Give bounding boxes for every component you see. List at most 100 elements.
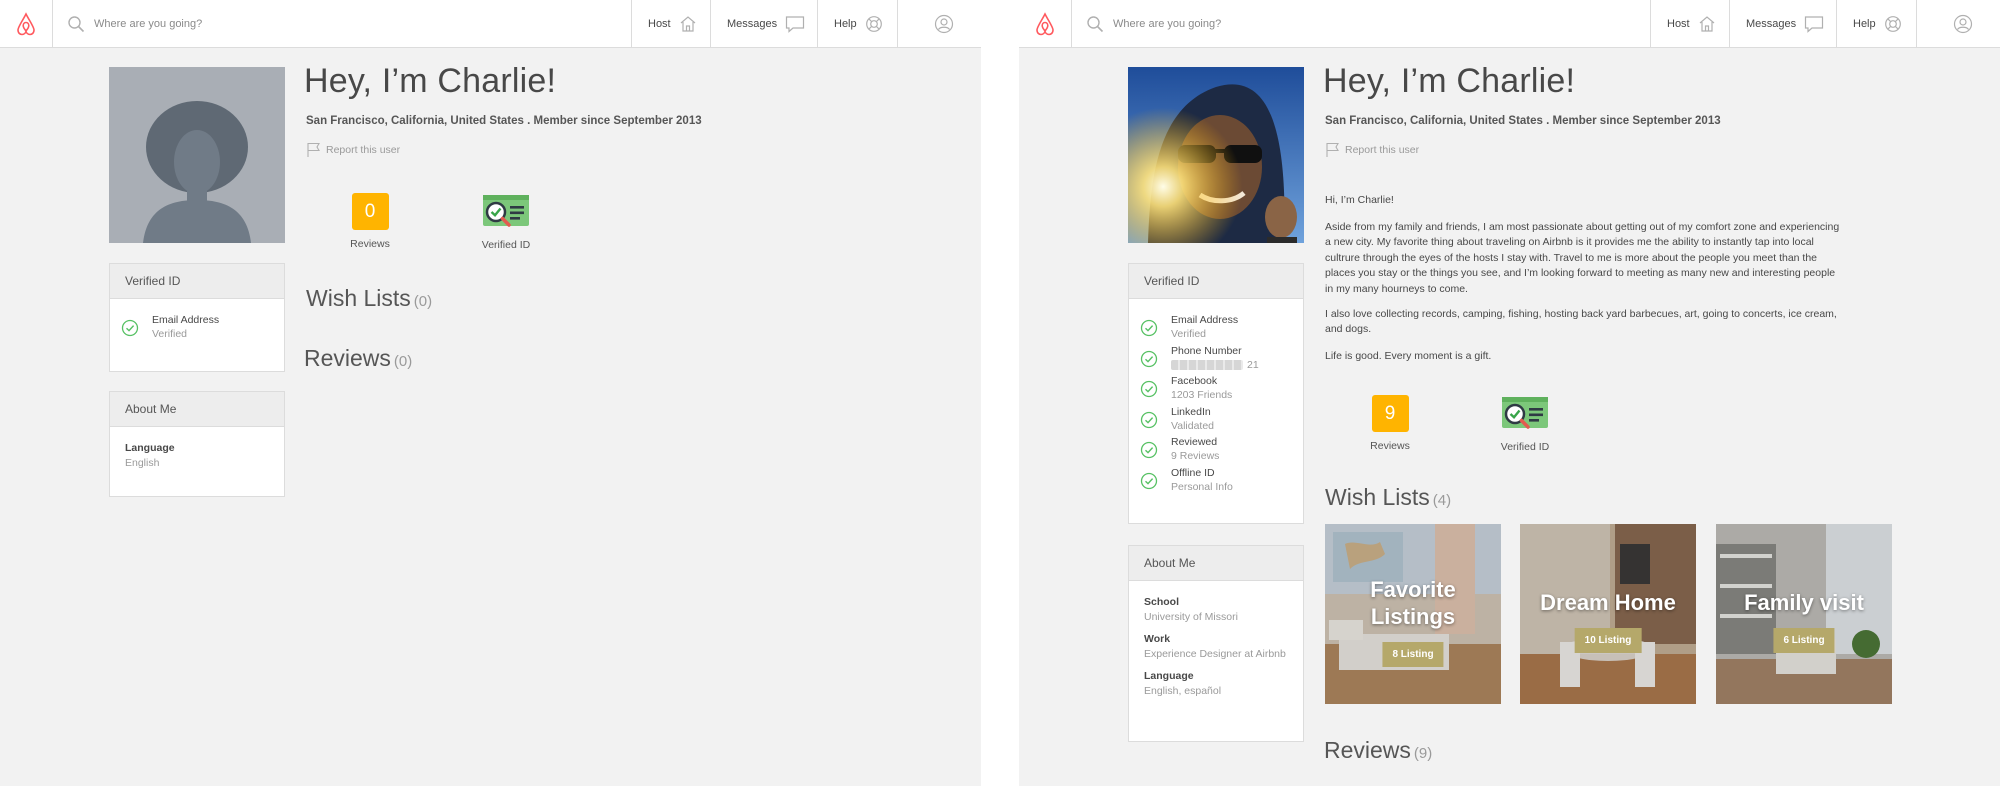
check-circle-icon: [1140, 411, 1158, 428]
verification-label: Facebook: [1171, 375, 1218, 387]
search-icon: [68, 16, 85, 33]
reviews-badge-label: Reviews: [1370, 440, 1410, 452]
about-me-box: About Me School University of Missori Wo…: [1128, 545, 1304, 742]
search-bar[interactable]: [1072, 0, 1650, 48]
search-input[interactable]: [1113, 18, 1593, 30]
wishlist-card[interactable]: Family visit 6 Listing: [1716, 524, 1892, 704]
about-label: Work: [1144, 633, 1171, 645]
nav-help[interactable]: Help: [1836, 0, 1916, 48]
check-circle-icon: [121, 319, 139, 337]
wishlist-card[interactable]: Dream Home 10 Listing: [1520, 524, 1696, 704]
reviews-badge[interactable]: 0 Reviews: [340, 193, 400, 250]
verified-id-badge-label: Verified ID: [481, 239, 531, 251]
message-icon: [1805, 16, 1824, 33]
check-circle-icon: [1140, 472, 1158, 489]
verification-status: 1203 Friends: [1171, 389, 1233, 401]
about-item-work: Work Experience Designer at Airbnb: [1144, 632, 1288, 661]
wish-lists-count: (0): [413, 293, 433, 310]
about-item-language: Language English: [125, 441, 269, 470]
reviews-badge-label: Reviews: [350, 238, 390, 250]
wishlist-name: Family visit: [1744, 590, 1864, 615]
verification-item-linkedin: LinkedIn Validated: [1129, 405, 1303, 436]
airbnb-logo-icon[interactable]: [0, 0, 53, 48]
verification-item-email: Email Address Verified: [1129, 313, 1303, 344]
page-title: Hey, I’m Charlie!: [304, 62, 557, 100]
reviews-badge[interactable]: 9 Reviews: [1360, 395, 1420, 452]
about-label: Language: [1144, 670, 1194, 682]
house-icon: [1699, 16, 1715, 32]
about-value: English, español: [1144, 685, 1222, 697]
nav-host-label: Host: [1667, 18, 1690, 30]
about-value: English: [125, 457, 160, 469]
verified-id-header: Verified ID: [1129, 264, 1303, 299]
profile-panel-empty: Host Messages Help Verified ID Em: [0, 0, 981, 786]
about-me-header: About Me: [110, 392, 284, 427]
bio-greeting: Hi, I’m Charlie!: [1325, 194, 1394, 206]
search-input[interactable]: [94, 18, 574, 30]
verification-label: Email Address: [1171, 314, 1239, 326]
reviews-heading: Reviews (0): [304, 345, 412, 372]
about-value: University of Missori: [1144, 611, 1238, 623]
report-user-link[interactable]: Report this user: [306, 142, 400, 158]
verification-label: Phone Number: [1171, 344, 1242, 357]
wish-lists-count: (4): [1432, 492, 1452, 509]
check-circle-icon: [1140, 380, 1158, 398]
airbnb-logo-icon[interactable]: [1019, 0, 1072, 48]
verified-id-box: Verified ID Email Address Verified Phone…: [1128, 263, 1304, 524]
reviews-count: 0: [351, 193, 389, 230]
user-menu[interactable]: [1916, 0, 2000, 48]
nav-messages[interactable]: Messages: [1729, 0, 1836, 48]
wishlist-listing-count: 10 Listing: [1574, 628, 1642, 653]
wishlist-listing-count: 6 Listing: [1773, 628, 1835, 653]
reviews-count-text: (9): [1413, 745, 1433, 762]
about-item-language: Language English, español: [1144, 669, 1288, 698]
nav-help[interactable]: Help: [817, 0, 897, 48]
verified-id-badge[interactable]: Verified ID: [466, 193, 546, 251]
user-icon: [934, 14, 953, 34]
profile-panel-complete: Host Messages Help: [1019, 0, 2000, 786]
verification-label: Reviewed: [1171, 436, 1218, 448]
verification-label: LinkedIn: [1171, 405, 1211, 418]
flag-icon: [307, 142, 320, 157]
verification-status: Personal Info: [1171, 480, 1233, 493]
wish-lists-title: Wish Lists: [306, 285, 411, 311]
verified-id-badge[interactable]: Verified ID: [1485, 395, 1565, 453]
bio-paragraph: I also love collecting records, camping,…: [1325, 308, 1837, 336]
bio-paragraph: Life is good. Every moment is a gift.: [1325, 350, 1492, 362]
about-item-school: School University of Missori: [1144, 595, 1288, 624]
reviews-title: Reviews: [304, 345, 391, 371]
user-icon: [1953, 14, 1972, 34]
nav-host-label: Host: [648, 18, 671, 30]
search-bar[interactable]: [53, 0, 631, 48]
page-title: Hey, I’m Charlie!: [1323, 62, 1576, 100]
verification-item-reviewed: Reviewed 9 Reviews: [1129, 435, 1303, 466]
user-menu[interactable]: [897, 0, 981, 48]
nav-host[interactable]: Host: [631, 0, 710, 48]
nav-host[interactable]: Host: [1650, 0, 1729, 48]
about-label: Language: [125, 442, 175, 454]
message-icon: [786, 16, 805, 33]
search-icon: [1087, 16, 1104, 33]
verification-item-phone: Phone Number 21: [1129, 344, 1303, 375]
bio-paragraph: Aside from my family and friends, I am m…: [1325, 221, 1840, 295]
reviews-count: 9: [1371, 395, 1409, 432]
wishlist-card[interactable]: Favorite Listings 8 Listing: [1325, 524, 1501, 704]
verified-id-box: Verified ID Email Address Verified: [109, 263, 285, 372]
report-user-link[interactable]: Report this user: [1325, 142, 1419, 158]
wish-lists-heading: Wish Lists (4): [1325, 484, 1451, 511]
nav-messages-label: Messages: [727, 18, 778, 30]
verification-status: Verified: [1171, 328, 1207, 340]
wishlist-listing-count: 8 Listing: [1382, 642, 1444, 667]
verification-item: Email Address Verified: [110, 313, 284, 344]
verified-id-card-icon: [1502, 397, 1548, 429]
nav-messages[interactable]: Messages: [710, 0, 817, 48]
help-lifebuoy-icon: [865, 16, 882, 32]
verification-status: Verified: [152, 328, 188, 340]
verified-id-badge-label: Verified ID: [1500, 441, 1550, 453]
check-circle-icon: [1140, 441, 1158, 459]
flag-icon: [1326, 142, 1339, 157]
reviews-heading: Reviews (9): [1324, 737, 1432, 764]
wishlist-name: Dream Home: [1540, 590, 1676, 615]
avatar-placeholder: [109, 67, 285, 243]
reviews-title: Reviews: [1324, 737, 1411, 763]
